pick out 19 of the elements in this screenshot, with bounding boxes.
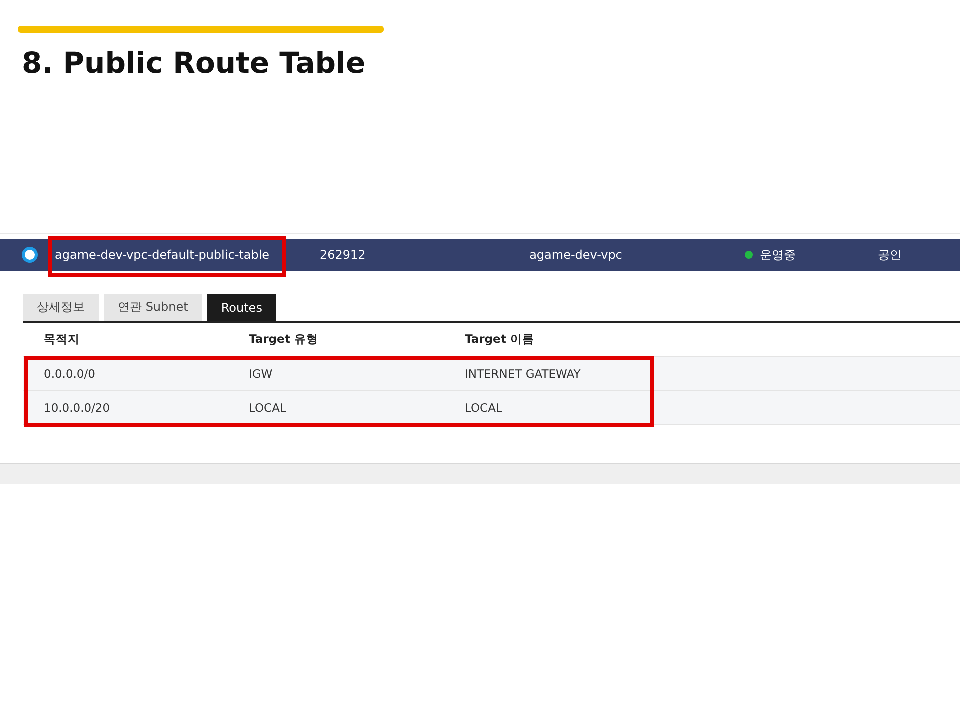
table-cell-text: 0.0.0.0/0 (43, 366, 96, 380)
table-cell-text: INTERNET GATEWAY (465, 366, 582, 380)
table-cell-text: IGW (249, 366, 274, 380)
table-type: 공인 (878, 246, 903, 264)
table-id: 262912 (320, 248, 367, 262)
tab[interactable]: 연관 Subnet (104, 294, 202, 321)
column-header: 목적지 (43, 332, 81, 347)
tab[interactable]: Routes (207, 294, 276, 321)
vpc-name: agame-dev-vpc (528, 248, 624, 262)
slide-title: 8. Public Route Table (22, 45, 367, 81)
table-cell-text: LOCAL (249, 400, 288, 414)
table-cell-text: 10.0.0.0/20 (43, 400, 112, 414)
table-name: agame-dev-vpc-default-public-table (55, 248, 270, 262)
column-header: Target 이름 (465, 332, 536, 347)
radio-button[interactable] (22, 247, 38, 263)
table-cell-text: LOCAL (465, 400, 504, 414)
tab[interactable]: 상세정보 (23, 294, 99, 321)
status-text: 운영중 (760, 246, 796, 264)
column-header: Target 유형 (249, 332, 320, 347)
